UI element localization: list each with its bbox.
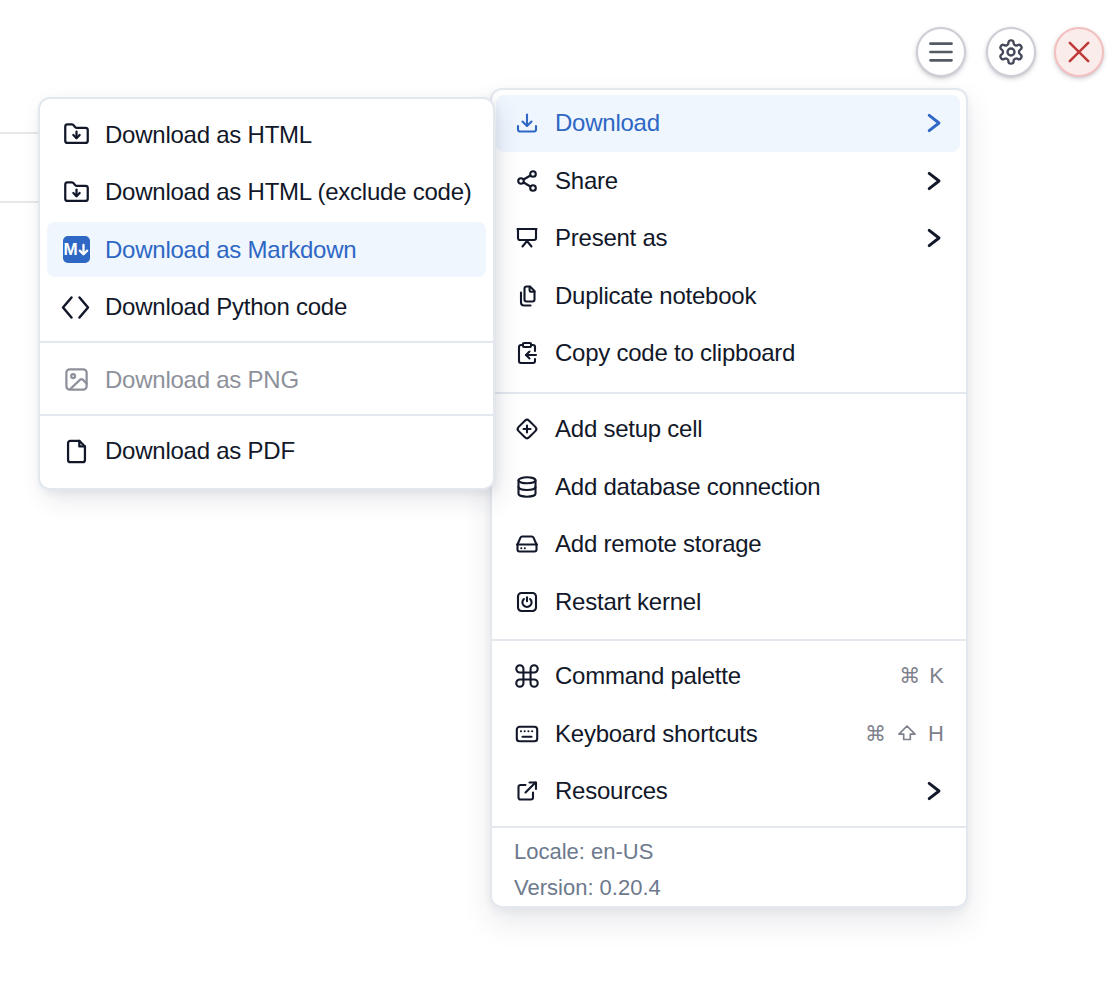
settings-button[interactable] (986, 27, 1036, 77)
database-icon (515, 475, 539, 499)
diamond-plus-icon (515, 417, 539, 441)
menu-item-label: Download (555, 109, 660, 137)
external-link-icon (515, 779, 539, 803)
menu-item-command-palette[interactable]: Command palette ⌘K (496, 648, 960, 706)
shortcut-hint: ⌘H (865, 721, 944, 747)
notebook-menu-button[interactable] (916, 27, 966, 77)
menu-item-copy-code-to-clipboard[interactable]: Copy code to clipboard (496, 325, 960, 383)
menu-item-label: Duplicate notebook (555, 282, 756, 310)
menu-item-label: Download as HTML (exclude code) (105, 178, 472, 206)
menu-item-label: Download as PNG (105, 366, 299, 394)
menu-item-add-setup-cell[interactable]: Add setup cell (496, 401, 960, 459)
menu-separator (492, 392, 966, 394)
menu-item-label: Keyboard shortcuts (555, 720, 757, 748)
menu-item-add-remote-storage[interactable]: Add remote storage (496, 516, 960, 574)
page-divider-line-2 (0, 201, 38, 203)
shift-icon (895, 722, 919, 746)
menu-item-label: Download as HTML (105, 121, 312, 149)
menu-item-keyboard-shortcuts[interactable]: Keyboard shortcuts ⌘H (496, 705, 960, 763)
chevron-right-icon (922, 169, 946, 193)
clipboard-copy-icon (515, 341, 539, 365)
markdown-badge-icon: M (63, 236, 90, 263)
image-icon (63, 366, 90, 393)
menu-separator (40, 341, 493, 343)
presentation-icon (515, 226, 539, 250)
download-submenu: Download as HTML Download as HTML (exclud… (38, 97, 495, 490)
menu-item-label: Download as Markdown (105, 236, 356, 264)
page-divider-line (0, 132, 38, 134)
locale-text: Locale: en-US (514, 834, 966, 870)
close-icon (1067, 40, 1091, 64)
menu-separator (492, 639, 966, 641)
menu-item-label: Present as (555, 224, 667, 252)
menu-item-add-database-connection[interactable]: Add database connection (496, 458, 960, 516)
version-text: Version: 0.20.4 (514, 870, 966, 906)
share-icon (515, 169, 539, 193)
menu-icon (928, 39, 954, 65)
menu-item-present-as[interactable]: Present as (496, 210, 960, 268)
menu-footer: Locale: en-USVersion: 0.20.4 (492, 826, 966, 906)
hard-drive-icon (515, 532, 539, 556)
chevron-right-icon (922, 111, 946, 135)
folder-down-icon (63, 121, 90, 148)
menu-item-label: Copy code to clipboard (555, 339, 795, 367)
menu-item-download-as-html-exclude-code[interactable]: Download as HTML (exclude code) (47, 165, 486, 220)
code-icon (63, 294, 90, 321)
folder-down-icon (63, 179, 90, 206)
menu-item-download[interactable]: Download (496, 95, 960, 153)
chevron-right-icon (922, 226, 946, 250)
menu-item-download-as-png[interactable]: Download as PNG (47, 352, 486, 407)
menu-item-download-as-html[interactable]: Download as HTML (47, 107, 486, 162)
menu-item-label: Add database connection (555, 473, 820, 501)
menu-item-share[interactable]: Share (496, 152, 960, 210)
menu-item-label: Share (555, 167, 618, 195)
command-icon (515, 664, 539, 688)
menu-item-download-as-pdf[interactable]: Download as PDF (47, 424, 486, 479)
menu-item-label: Add setup cell (555, 415, 702, 443)
gear-icon (997, 38, 1025, 66)
menu-item-resources[interactable]: Resources (496, 763, 960, 821)
menu-item-label: Command palette (555, 662, 741, 690)
menu-item-restart-kernel[interactable]: Restart kernel (496, 573, 960, 631)
copy-icon (515, 284, 539, 308)
menu-item-download-as-markdown[interactable]: M Download as Markdown (47, 222, 486, 277)
shortcut-hint: ⌘K (899, 663, 944, 689)
square-power-icon (515, 590, 539, 614)
close-button[interactable] (1054, 27, 1104, 77)
menu-item-label: Download Python code (105, 293, 347, 321)
menu-item-label: Add remote storage (555, 530, 761, 558)
menu-item-label: Resources (555, 777, 668, 805)
menu-item-duplicate-notebook[interactable]: Duplicate notebook (496, 267, 960, 325)
menu-item-download-python-code[interactable]: Download Python code (47, 280, 486, 335)
chevron-right-icon (922, 779, 946, 803)
keyboard-icon (515, 722, 539, 746)
menu-item-label: Download as PDF (105, 437, 295, 465)
menu-separator (40, 414, 493, 416)
notebook-actions-menu: Download Share Present as Duplicate noteboo… (490, 88, 968, 908)
download-icon (515, 111, 539, 135)
file-icon (63, 438, 90, 465)
menu-item-label: Restart kernel (555, 588, 701, 616)
